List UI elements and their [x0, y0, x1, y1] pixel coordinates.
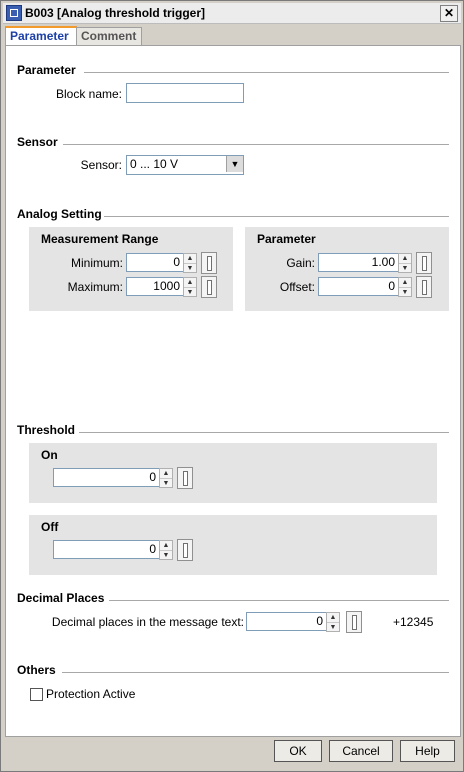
threshold-on-stepper[interactable]: ▲ ▼ [159, 468, 173, 488]
threshold-off-heading: Off [41, 520, 59, 534]
gain-stepper[interactable]: ▲ ▼ [398, 253, 412, 273]
threshold-off-slider-button[interactable] [177, 539, 193, 561]
gain-slider-button[interactable] [416, 252, 432, 274]
divider [109, 600, 449, 601]
maximum-stepper[interactable]: ▲ ▼ [183, 277, 197, 297]
decimal-places-slider-button[interactable] [346, 611, 362, 633]
sensor-label: Sensor: [80, 158, 122, 172]
threshold-off-stepper[interactable]: ▲ ▼ [159, 540, 173, 560]
decimal-places-stepper[interactable]: ▲ ▼ [326, 612, 340, 632]
cancel-button[interactable]: Cancel [329, 740, 393, 762]
measurement-range-group: Measurement Range Minimum: 0 ▲ ▼ Maximum:… [29, 227, 233, 311]
measurement-range-heading: Measurement Range [41, 232, 159, 246]
protection-active-label: Protection Active [46, 687, 136, 701]
maximum-label: Maximum: [67, 280, 123, 294]
maximum-slider-button[interactable] [201, 276, 217, 298]
arrow-down-icon[interactable]: ▼ [327, 622, 339, 632]
tab-comment[interactable]: Comment [76, 27, 142, 45]
arrow-up-icon[interactable]: ▲ [160, 541, 172, 550]
threshold-on-value: 0 [149, 470, 156, 484]
sensor-select[interactable]: 0 ... 10 V ▼ [126, 155, 244, 175]
section-heading-decimal-places: Decimal Places [17, 591, 105, 605]
arrow-down-icon[interactable]: ▼ [399, 263, 411, 273]
section-heading-others: Others [17, 663, 56, 677]
title-bar: B003 [Analog threshold trigger] ✕ [3, 3, 461, 24]
decimal-places-label: Decimal places in the message text: [51, 615, 244, 629]
section-heading-parameter: Parameter [17, 63, 76, 77]
arrow-up-icon[interactable]: ▲ [327, 613, 339, 622]
arrow-up-icon[interactable]: ▲ [160, 469, 172, 478]
tab-panel: Parameter Block name: Sensor Sensor: 0 .… [5, 45, 461, 737]
dialog-window: B003 [Analog threshold trigger] ✕ Parame… [0, 0, 464, 772]
threshold-on-heading: On [41, 448, 58, 462]
threshold-on-input[interactable]: 0 [53, 468, 160, 487]
arrow-up-icon[interactable]: ▲ [184, 278, 196, 287]
arrow-up-icon[interactable]: ▲ [399, 278, 411, 287]
parameter-group: Parameter Gain: 1.00 ▲ ▼ Offset: 0 ▲ ▼ [245, 227, 449, 311]
minimum-label: Minimum: [70, 256, 123, 270]
arrow-down-icon[interactable]: ▼ [160, 550, 172, 560]
maximum-value: 1000 [153, 279, 180, 293]
divider [79, 432, 449, 433]
minimum-stepper[interactable]: ▲ ▼ [183, 253, 197, 273]
threshold-off-value: 0 [149, 542, 156, 556]
threshold-off-input[interactable]: 0 [53, 540, 160, 559]
window-title: B003 [Analog threshold trigger] [25, 6, 206, 20]
protection-active-checkbox[interactable] [30, 688, 43, 701]
divider [63, 144, 449, 145]
block-icon [6, 5, 22, 21]
gain-label: Gain: [286, 256, 315, 270]
arrow-down-icon[interactable]: ▼ [184, 287, 196, 297]
section-heading-analog-setting: Analog Setting [17, 207, 102, 221]
gain-value: 1.00 [371, 255, 395, 269]
block-name-label: Block name: [55, 87, 122, 101]
offset-input[interactable]: 0 [318, 277, 399, 296]
arrow-down-icon[interactable]: ▼ [160, 478, 172, 488]
divider [104, 216, 449, 217]
maximum-input[interactable]: 1000 [126, 277, 184, 296]
offset-stepper[interactable]: ▲ ▼ [398, 277, 412, 297]
minimum-slider-button[interactable] [201, 252, 217, 274]
offset-label: Offset: [279, 280, 315, 294]
gain-input[interactable]: 1.00 [318, 253, 399, 272]
threshold-on-group: On 0 ▲ ▼ [29, 443, 437, 503]
close-icon[interactable]: ✕ [440, 5, 458, 22]
arrow-down-icon[interactable]: ▼ [399, 287, 411, 297]
arrow-up-icon[interactable]: ▲ [399, 254, 411, 263]
arrow-up-icon[interactable]: ▲ [184, 254, 196, 263]
decimal-preview: +12345 [393, 615, 434, 629]
sensor-value: 0 ... 10 V [130, 157, 179, 171]
minimum-input[interactable]: 0 [126, 253, 184, 272]
block-name-input[interactable] [126, 83, 244, 103]
chevron-down-icon[interactable]: ▼ [226, 156, 243, 172]
decimal-places-value: 0 [316, 614, 323, 628]
threshold-on-slider-button[interactable] [177, 467, 193, 489]
divider [62, 672, 449, 673]
ok-button[interactable]: OK [274, 740, 322, 762]
threshold-off-group: Off 0 ▲ ▼ [29, 515, 437, 575]
offset-value: 0 [388, 279, 395, 293]
decimal-places-input[interactable]: 0 [246, 612, 327, 631]
section-heading-sensor: Sensor [17, 135, 58, 149]
parameter-group-heading: Parameter [257, 232, 316, 246]
arrow-down-icon[interactable]: ▼ [184, 263, 196, 273]
minimum-value: 0 [173, 255, 180, 269]
divider [84, 72, 449, 73]
tab-parameter[interactable]: Parameter [5, 26, 77, 46]
help-button[interactable]: Help [400, 740, 455, 762]
section-heading-threshold: Threshold [17, 423, 76, 437]
offset-slider-button[interactable] [416, 276, 432, 298]
